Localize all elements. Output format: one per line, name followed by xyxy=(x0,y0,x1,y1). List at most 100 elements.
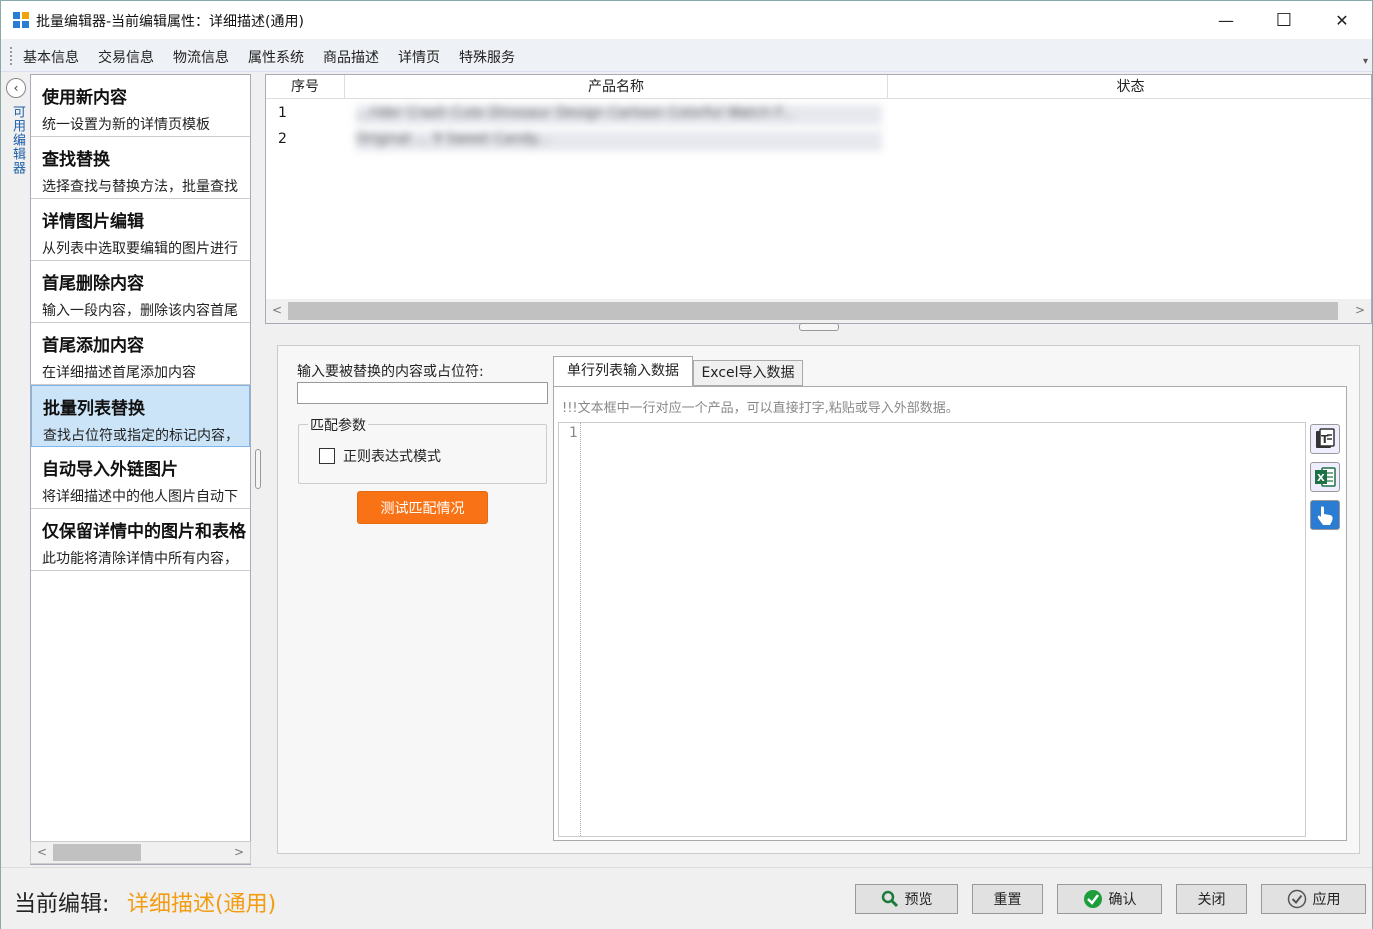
feature-title: 详情图片编辑 xyxy=(42,212,144,232)
test-match-button[interactable]: 测试匹配情况 xyxy=(357,491,488,524)
check-outline-icon xyxy=(1287,889,1306,909)
confirm-label: 确认 xyxy=(1108,892,1137,908)
preview-label: 预览 xyxy=(904,892,933,908)
feature-desc: 查找占位符或指定的标记内容， xyxy=(43,428,239,444)
minimize-button[interactable]: — xyxy=(1197,1,1255,39)
feature-list-scrollbar[interactable]: < > xyxy=(30,841,251,864)
column-header-status[interactable]: 状态 xyxy=(888,75,1371,99)
current-edit-label: 当前编辑: xyxy=(14,892,110,917)
menu-special-service[interactable]: 特殊服务 xyxy=(459,47,515,67)
text-import-button[interactable]: T xyxy=(1310,424,1340,454)
search-icon xyxy=(881,890,898,908)
excel-import-icon: X xyxy=(1315,467,1336,487)
feature-title: 自动导入外链图片 xyxy=(42,460,178,480)
close-window-button[interactable]: ✕ xyxy=(1313,1,1371,39)
grid-header: 序号 产品名称 状态 xyxy=(266,75,1371,99)
menu-basic-info[interactable]: 基本信息 xyxy=(23,47,79,67)
check-circle-icon xyxy=(1083,890,1102,908)
menu-grip xyxy=(10,47,13,65)
touch-input-icon xyxy=(1317,506,1333,525)
feature-title: 批量列表替换 xyxy=(43,399,145,419)
feature-find-replace[interactable]: 查找替换 选择查找与替换方法，批量查找 xyxy=(31,137,250,199)
horizontal-splitter-handle[interactable] xyxy=(799,323,839,331)
feature-import-external-images[interactable]: 自动导入外链图片 将详细描述中的他人图片自动下 xyxy=(31,447,250,509)
scroll-left-icon[interactable]: < xyxy=(37,845,47,859)
feature-trim-content[interactable]: 首尾删除内容 输入一段内容，删除该内容首尾 xyxy=(31,261,250,323)
menu-product-description[interactable]: 商品描述 xyxy=(323,47,379,67)
feature-title: 使用新内容 xyxy=(42,88,127,108)
replace-target-input[interactable] xyxy=(297,382,548,404)
scroll-left-icon[interactable]: < xyxy=(272,303,282,317)
feature-title: 仅保留详情中的图片和表格 xyxy=(42,522,246,542)
svg-text:X: X xyxy=(1317,473,1325,484)
regex-mode-checkbox[interactable] xyxy=(319,448,335,464)
scroll-right-icon[interactable]: > xyxy=(234,845,244,859)
feature-title: 首尾添加内容 xyxy=(42,336,144,356)
scroll-right-icon[interactable]: > xyxy=(1355,303,1365,317)
window-title: 批量编辑器-当前编辑属性：详细描述(通用) xyxy=(36,14,304,30)
tab-excel-import[interactable]: Excel导入数据 xyxy=(693,360,803,386)
feature-detail-image-edit[interactable]: 详情图片编辑 从列表中选取要编辑的图片进行 xyxy=(31,199,250,261)
feature-title: 首尾删除内容 xyxy=(42,274,144,294)
menu-items: 基本信息 交易信息 物流信息 属性系统 商品描述 详情页 特殊服务 xyxy=(23,47,534,67)
input-hint: !!!文本框中一行对应一个产品，可以直接打字,粘贴或导入外部数据。 xyxy=(562,401,959,416)
menu-logistics-info[interactable]: 物流信息 xyxy=(173,47,229,67)
collapse-arrow-icon[interactable]: ‹ xyxy=(6,78,26,98)
available-editors-tab[interactable]: ‹ 可用编辑器 xyxy=(3,75,29,225)
feature-desc: 此功能将清除详情中所有内容， xyxy=(42,551,238,567)
single-line-list-panel: !!!文本框中一行对应一个产品，可以直接打字,粘贴或导入外部数据。 1 T X xyxy=(553,386,1347,841)
replace-target-label: 输入要被替换的内容或占位符: xyxy=(297,364,484,380)
column-header-product-name[interactable]: 产品名称 xyxy=(345,75,888,99)
vertical-splitter-handle[interactable] xyxy=(255,449,261,489)
feature-batch-list-replace[interactable]: 批量列表替换 查找占位符或指定的标记内容， xyxy=(31,385,250,447)
line-gutter: 1 xyxy=(559,423,581,836)
list-data-textarea[interactable]: 1 xyxy=(558,422,1306,837)
feature-title: 查找替换 xyxy=(42,150,110,170)
batch-list-replace-panel: 输入要被替换的内容或占位符: 匹配参数 正则表达式模式 测试匹配情况 单行列表输… xyxy=(277,345,1360,854)
feature-desc: 输入一段内容，删除该内容首尾 xyxy=(42,303,238,319)
app-icon xyxy=(13,12,29,28)
table-row[interactable]: 2 Original ... 9 Sweet Candy... xyxy=(266,127,1371,153)
close-label: 关闭 xyxy=(1197,892,1226,908)
tab-single-line-list[interactable]: 单行列表输入数据 xyxy=(553,356,693,386)
table-row[interactable]: 1 ...rider Crash Cute Dinosaur Design Ca… xyxy=(266,101,1371,127)
column-header-index[interactable]: 序号 xyxy=(266,75,345,99)
line-number: 1 xyxy=(569,425,578,441)
regex-mode-label[interactable]: 正则表达式模式 xyxy=(343,446,441,466)
available-editors-label: 可用编辑器 xyxy=(10,105,25,175)
grid-scrollbar[interactable]: < > xyxy=(266,299,1371,323)
batch-editor-window: 批量编辑器-当前编辑属性：详细描述(通用) — ☐ ✕ 基本信息 交易信息 物流… xyxy=(0,0,1373,929)
menu-trade-info[interactable]: 交易信息 xyxy=(98,47,154,67)
close-button[interactable]: 关闭 xyxy=(1176,884,1247,914)
touch-input-button[interactable] xyxy=(1310,500,1340,530)
apply-button[interactable]: 应用 xyxy=(1261,884,1366,914)
reset-button[interactable]: 重置 xyxy=(972,884,1043,914)
feature-desc: 从列表中选取要编辑的图片进行 xyxy=(42,241,238,257)
match-params-group: 匹配参数 正则表达式模式 xyxy=(298,415,547,484)
menu-overflow-icon[interactable]: ▾ xyxy=(1363,56,1368,67)
feature-keep-images-tables[interactable]: 仅保留详情中的图片和表格 此功能将清除详情中所有内容， xyxy=(31,509,250,571)
menu-attribute-system[interactable]: 属性系统 xyxy=(248,47,304,67)
reset-label: 重置 xyxy=(993,892,1022,908)
scrollbar-thumb[interactable] xyxy=(288,302,1338,320)
maximize-button[interactable]: ☐ xyxy=(1255,1,1313,39)
excel-import-button[interactable]: X xyxy=(1310,462,1340,492)
confirm-button[interactable]: 确认 xyxy=(1057,884,1162,914)
title-bar: 批量编辑器-当前编辑属性：详细描述(通用) — ☐ ✕ xyxy=(1,1,1372,39)
feature-desc: 将详细描述中的他人图片自动下 xyxy=(42,489,238,505)
current-edit-value: 详细描述(通用) xyxy=(127,892,277,917)
row-product-name: ...rider Crash Cute Dinosaur Design Cart… xyxy=(356,105,882,125)
scrollbar-thumb[interactable] xyxy=(53,844,141,861)
feature-use-new-content[interactable]: 使用新内容 统一设置为新的详情页模板 xyxy=(31,75,250,137)
footer-bar: 当前编辑: 详细描述(通用) 预览 重置 确认 关闭 应用 xyxy=(1,867,1372,929)
product-grid: 序号 产品名称 状态 1 ...rider Crash Cute Dinosau… xyxy=(265,74,1372,324)
preview-button[interactable]: 预览 xyxy=(855,884,958,914)
feature-add-content[interactable]: 首尾添加内容 在详细描述首尾添加内容 xyxy=(31,323,250,385)
feature-desc: 统一设置为新的详情页模板 xyxy=(42,117,210,133)
row-index: 2 xyxy=(278,131,287,147)
menu-bar: 基本信息 交易信息 物流信息 属性系统 商品描述 详情页 特殊服务 ▾ xyxy=(1,40,1372,72)
menu-detail-page[interactable]: 详情页 xyxy=(398,47,440,67)
feature-desc: 在详细描述首尾添加内容 xyxy=(42,365,196,381)
row-product-name: Original ... 9 Sweet Candy... xyxy=(356,131,882,151)
maximize-icon: ☐ xyxy=(1275,9,1293,31)
